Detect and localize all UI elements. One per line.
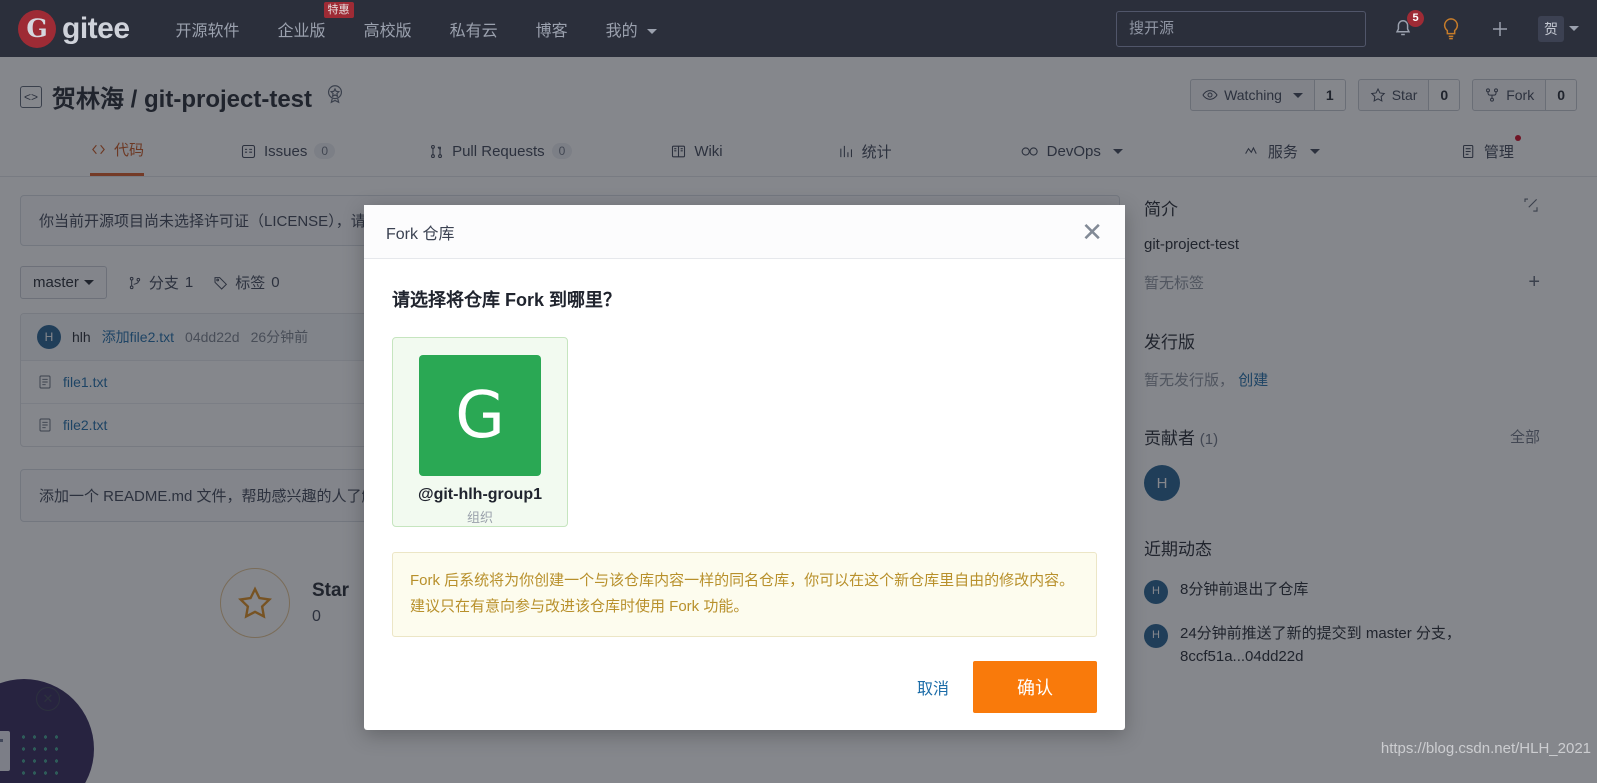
nav-link-label: 开源软件 [175,22,240,40]
nav-link-label: 企业版 [277,22,326,40]
chevron-down-icon [1569,26,1579,31]
notifications-button[interactable]: 5 [1392,9,1424,40]
nav-link-enterprise[interactable]: 企业版 特惠 [277,1,354,41]
modal-footer: 取消 确认 [364,644,1125,730]
organization-type: 组织 [466,510,493,525]
gitee-logo[interactable]: G gitee [18,9,130,48]
nav-link-opensource[interactable]: 开源软件 [176,17,240,41]
gitee-logo-icon: G [18,9,56,48]
nav-link-privatecloud[interactable]: 私有云 [450,17,498,41]
nav-link-label: 私有云 [449,22,498,40]
top-navigation-bar: G gitee 开源软件 企业版 特惠 高校版 私有云 博客 我的 搜开源 5 … [0,0,1597,57]
organization-name: @git-hlh-group1 [417,486,542,503]
organization-avatar: G [419,355,541,476]
nav-links: 开源软件 企业版 特惠 高校版 私有云 博客 我的 [176,1,696,41]
search-input[interactable] [1116,10,1366,47]
confirm-button[interactable]: 确认 [973,661,1097,713]
nav-link-label: 我的 [605,22,638,40]
app-root: G gitee 开源软件 企业版 特惠 高校版 私有云 博客 我的 搜开源 5 … [0,0,1597,783]
nav-link-blog[interactable]: 博客 [536,17,568,41]
nav-right-group: 5 贺 [1116,0,1579,57]
nav-link-university[interactable]: 高校版 [364,17,412,41]
modal-title: Fork 仓库 [386,225,455,243]
fork-info-notice: Fork 后系统将为你创建一个与该仓库内容一样的同名仓库，你可以在这个新仓库里自… [392,552,1097,637]
close-icon[interactable]: ✕ [1081,219,1103,245]
promo-badge: 特惠 [323,1,354,18]
nav-link-label: 博客 [535,22,568,40]
notification-count-badge: 5 [1407,9,1424,27]
add-new-button[interactable] [1488,17,1512,41]
user-menu[interactable]: 贺 [1538,15,1579,42]
lightbulb-icon[interactable] [1440,17,1462,41]
nav-link-label: 高校版 [363,22,412,40]
gitee-logo-text: gitee [62,11,130,45]
nav-link-mine[interactable]: 我的 [605,17,658,41]
modal-question: 请选择将仓库 Fork 到哪里？ [392,290,622,310]
modal-header: Fork 仓库 ✕ [364,205,1125,259]
watermark: https://blog.csdn.net/HLH_2021 [1380,740,1591,757]
cancel-button[interactable]: 取消 [917,675,949,699]
fork-repository-modal: Fork 仓库 ✕ 请选择将仓库 Fork 到哪里？ G @git-hlh-gr… [364,205,1125,730]
fork-target-card[interactable]: G @git-hlh-group1 组织 [392,337,568,527]
avatar: 贺 [1538,15,1564,42]
chevron-down-icon [647,28,658,34]
modal-body: 请选择将仓库 Fork 到哪里？ G @git-hlh-group1 组织 Fo… [364,259,1125,644]
